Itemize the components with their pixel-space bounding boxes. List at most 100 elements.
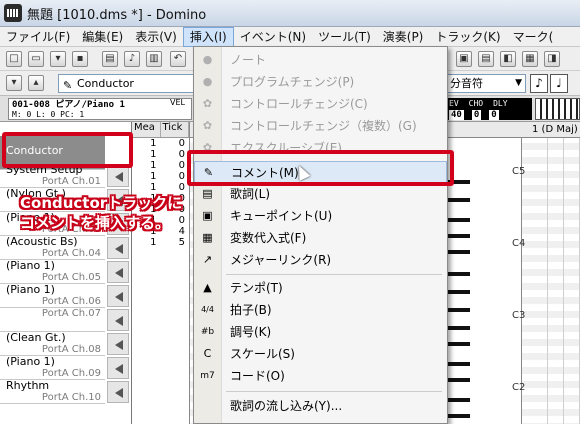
toolbar-button-c-icon[interactable]: ◧ (500, 51, 516, 67)
quarter-note-button[interactable]: ♩ (550, 74, 568, 93)
menu-item-program-change[interactable]: ● プログラムチェンジ(P) (194, 71, 447, 93)
menu-bar: ファイル(F) 編集(E) 表示(V) 挿入(I) イベント(N) ツール(T)… (0, 26, 580, 47)
menu-item-lyrics-flow[interactable]: 歌詞の流し込み(Y)... (194, 395, 447, 417)
event-meter: EV CHO DLY 40 0 0 (446, 98, 532, 120)
track-name: (Piano 1) (6, 283, 55, 296)
toolbar-button-e-icon[interactable]: ◨ (544, 51, 560, 67)
speaker-icon[interactable] (107, 381, 129, 403)
track-name: (Acoustic Bs) (6, 235, 78, 248)
menu-item-scale[interactable]: C スケール(S) (194, 343, 447, 365)
table-row[interactable]: 10 (132, 171, 189, 182)
menu-event[interactable]: イベント(N) (234, 27, 312, 47)
dropdown-arrow-icon[interactable]: ▾ (50, 51, 66, 67)
track-row[interactable]: (Piano 1) PortA Ch.09 (0, 356, 105, 380)
menu-view[interactable]: 表示(V) (129, 27, 183, 47)
open-folder-icon[interactable]: ▭ (28, 51, 44, 67)
menu-item-lyrics[interactable]: ▤ 歌詞(L) (194, 183, 447, 205)
title-bar: 無題 [1010.dms *] - Domino (0, 0, 580, 27)
toolbar-button-d-icon[interactable]: ▦ (522, 51, 538, 67)
mini-keyboard[interactable] (535, 98, 580, 120)
tick-header: Tick (161, 122, 189, 137)
menu-item-control-change-multi[interactable]: ✿ コントロールチェンジ（複数）(G) (194, 115, 447, 137)
speaker-icon[interactable] (107, 165, 129, 187)
menu-tools[interactable]: ツール(T) (312, 27, 377, 47)
toolbar-button-a-icon[interactable]: ▣ (456, 51, 472, 67)
table-row[interactable]: 15 (132, 237, 189, 248)
track-port: PortA Ch.07 (41, 308, 101, 319)
menu-item-chord[interactable]: m7 コード(O) (194, 365, 447, 387)
track-row[interactable]: (Piano 1) PortA Ch.05 (0, 260, 105, 284)
menu-file[interactable]: ファイル(F) (0, 27, 76, 47)
gear-icon: ✿ (202, 97, 213, 110)
speaker-icon[interactable] (107, 285, 129, 307)
octave-label-c2: C2 (512, 382, 526, 393)
menu-item-label: キューポイント(U) (230, 209, 333, 223)
menu-edit[interactable]: 編集(E) (76, 27, 129, 47)
speaker-icon[interactable] (107, 333, 129, 355)
toolbar-button-b-icon[interactable]: ▤ (478, 51, 494, 67)
menu-item-time-signature[interactable]: 4/4 拍子(B) (194, 299, 447, 321)
speaker-icon[interactable] (107, 357, 129, 379)
track-row[interactable]: Rhythm PortA Ch.10 (0, 380, 105, 404)
menu-item-cue-point[interactable]: ▣ キューポイント(U) (194, 205, 447, 227)
clipboard-icon[interactable]: ▥ (146, 51, 162, 67)
track-row[interactable]: (Acoustic Bs) PortA Ch.04 (0, 236, 105, 260)
track-up-icon[interactable]: ▴ (28, 75, 44, 91)
position-line: M: 0 L: 0 PC: 1 (12, 110, 85, 119)
table-row[interactable]: 10 (132, 149, 189, 160)
measure-cell: 1 (150, 171, 157, 182)
note-grid[interactable] (532, 138, 580, 424)
track-row[interactable]: PortA Ch.07 (0, 308, 105, 332)
speaker-icon[interactable] (107, 261, 129, 283)
insert-menu: ● ノート ● プログラムチェンジ(P) ✿ コントロールチェンジ(C) ✿ コ… (193, 46, 448, 424)
eighth-note-button[interactable]: ♪ (530, 74, 548, 93)
table-row[interactable]: 10 (132, 182, 189, 193)
link-arrow-icon: ↗ (202, 253, 213, 266)
track-select[interactable]: ✎ Conductor (58, 74, 198, 93)
menu-track[interactable]: トラック(K) (429, 27, 506, 47)
pen-icon: ✎ (63, 79, 73, 92)
event-list-header: Mea Tick (132, 122, 189, 138)
menu-insert[interactable]: 挿入(I) (182, 26, 234, 47)
instrument-line: 001-008 ピアノ/Piano 1 (12, 100, 125, 110)
menu-item-label: 歌詞(L) (230, 187, 271, 201)
menu-item-control-change[interactable]: ✿ コントロールチェンジ(C) (194, 93, 447, 115)
new-file-icon[interactable]: □ (6, 51, 22, 67)
properties-icon[interactable]: ▤ (102, 51, 118, 67)
menu-separator (226, 274, 442, 275)
octave-label-c4: C4 (512, 238, 526, 249)
track-row[interactable]: (Piano 1) PortA Ch.06 (0, 284, 105, 308)
track-row[interactable]: (Clean Gt.) PortA Ch.08 (0, 332, 105, 356)
speaker-icon[interactable] (107, 309, 129, 331)
menu-item-key-signature[interactable]: #b 調号(K) (194, 321, 447, 343)
circle-icon: ● (202, 53, 213, 66)
tick-cell: 0 (178, 182, 185, 193)
save-icon[interactable]: ▪ (72, 51, 88, 67)
menu-mark[interactable]: マーク( (507, 27, 560, 47)
tick-cell: 0 (178, 171, 185, 182)
program-change-icon: ● (202, 75, 213, 88)
menu-item-label: 調号(K) (230, 325, 272, 339)
music-note-icon[interactable]: ♪ (124, 51, 140, 67)
event-list: Mea Tick 10 10 10 10 10 10 10 10 14 15 (132, 122, 190, 424)
annotation-line-2: コメントを挿入する。 (20, 214, 171, 232)
menu-item-label: コントロールチェンジ(C) (230, 97, 368, 111)
menu-item-tempo[interactable]: ▲ テンポ(T) (194, 277, 447, 299)
menu-play[interactable]: 演奏(P) (377, 27, 430, 47)
table-row[interactable]: 10 (132, 160, 189, 171)
menu-item-note[interactable]: ● ノート (194, 49, 447, 71)
highlight-conductor-track (2, 132, 133, 168)
menu-item-label: 拍子(B) (230, 303, 272, 317)
menu-item-variable-assignment[interactable]: ▦ 変数代入式(F) (194, 227, 447, 249)
menu-item-measure-link[interactable]: ↗ メジャーリンク(R) (194, 249, 447, 271)
table-row[interactable]: 10 (132, 138, 189, 149)
menu-item-label: コントロールチェンジ（複数）(G) (230, 119, 417, 133)
vel-label: VEL (170, 98, 185, 107)
note-length-select[interactable]: 分音符 ▼ (446, 74, 526, 93)
track-down-icon[interactable]: ▾ (6, 75, 22, 91)
undo-icon[interactable]: ↶ (170, 51, 186, 67)
track-name: (Piano 1) (6, 259, 55, 272)
highlight-comment-item (187, 150, 454, 186)
octave-label-c3: C3 (512, 310, 526, 321)
speaker-icon[interactable] (107, 237, 129, 259)
